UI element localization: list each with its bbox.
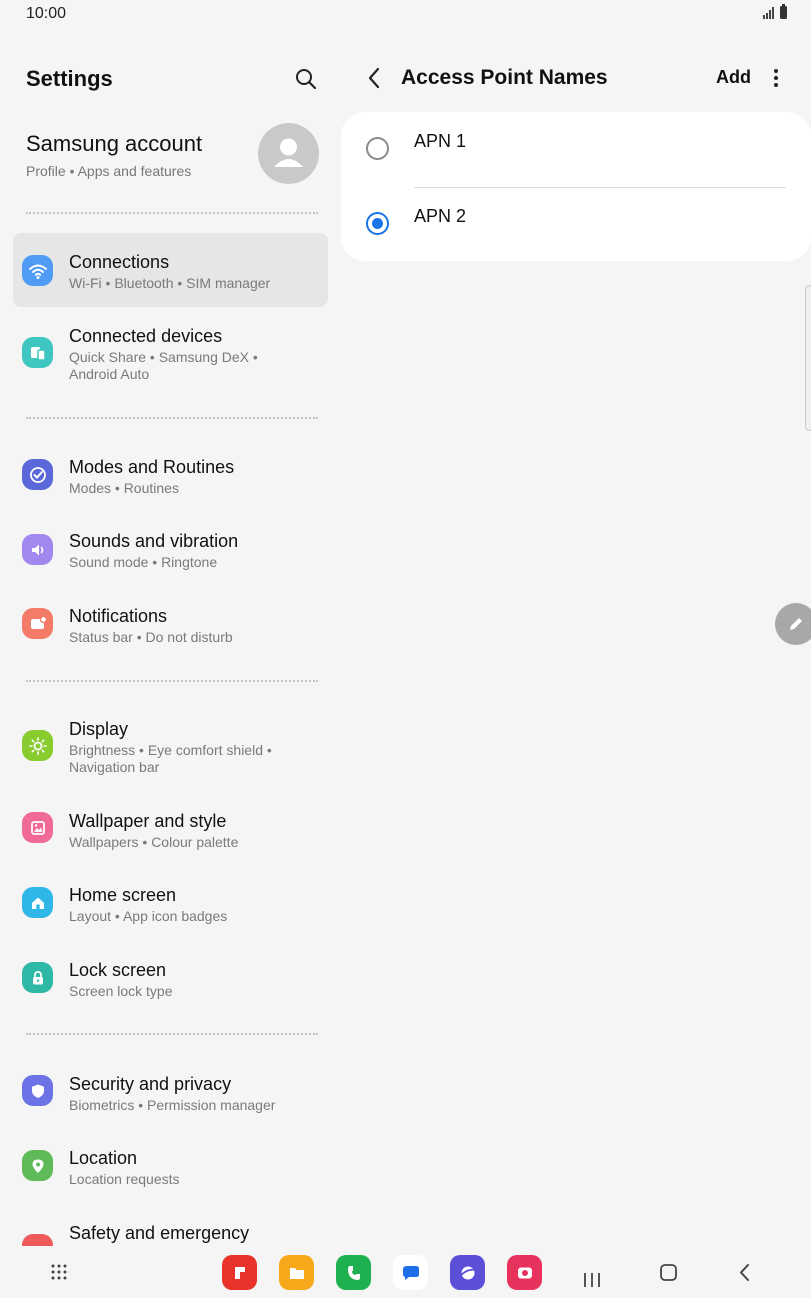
lock-icon: [22, 962, 53, 993]
location-icon: [22, 1150, 53, 1181]
apn-radio-button-selected[interactable]: [366, 212, 389, 235]
apn-radio-button[interactable]: [366, 137, 389, 160]
item-title: Connections: [69, 252, 170, 272]
internet-app-icon[interactable]: [450, 1255, 485, 1290]
settings-title: Settings: [26, 66, 113, 91]
item-subtitle: Wallpapers • Colour palette: [69, 834, 239, 850]
messages-app-icon[interactable]: [393, 1255, 428, 1290]
wallpaper-icon: [22, 812, 53, 843]
section-divider: [26, 417, 318, 419]
speaker-icon: [22, 534, 53, 565]
item-title: Display: [69, 719, 129, 739]
settings-item-modes-and-routines[interactable]: Modes and Routines Modes • Routines: [13, 446, 328, 506]
recents-icon[interactable]: [574, 1254, 610, 1290]
settings-item-connections[interactable]: Connections Wi-Fi • Bluetooth • SIM mana…: [13, 233, 328, 307]
apn-label: APN 1: [414, 131, 467, 151]
item-subtitle: Brightness • Eye comfort shield •: [69, 742, 272, 758]
item-title: Security and privacy: [69, 1074, 232, 1094]
my-files-app-icon[interactable]: [279, 1255, 314, 1290]
system-icons: [763, 4, 787, 19]
back-button-icon[interactable]: [727, 1254, 763, 1290]
section-divider: [26, 212, 318, 214]
signal-icon: [763, 7, 774, 19]
item-subtitle: Sound mode • Ringtone: [69, 554, 218, 570]
item-subtitle: Layout • App icon badges: [69, 908, 228, 924]
item-title: Sounds and vibration: [69, 531, 239, 551]
settings-item-location[interactable]: Location Location requests: [13, 1137, 328, 1197]
item-subtitle: Status bar • Do not disturb: [69, 629, 233, 645]
settings-item-connected-devices[interactable]: Connected devices Quick Share • Samsung …: [13, 316, 328, 388]
more-options-icon[interactable]: [766, 66, 786, 90]
item-subtitle: Wi-Fi • Bluetooth • SIM manager: [69, 275, 271, 291]
back-arrow-icon[interactable]: [362, 64, 388, 92]
item-title: Modes and Routines: [69, 457, 235, 477]
settings-item-wallpaper-and-style[interactable]: Wallpaper and style Wallpapers • Colour …: [13, 800, 328, 860]
shield-icon: [22, 1075, 53, 1106]
item-title: Safety and emergency: [69, 1223, 250, 1243]
apn-item[interactable]: APN 2: [341, 187, 811, 262]
settings-item-security-and-privacy[interactable]: Security and privacy Biometrics • Permis…: [13, 1063, 328, 1123]
settings-item-notifications[interactable]: Notifications Status bar • Do not distur…: [13, 595, 328, 655]
apps-grid-icon[interactable]: [41, 1254, 77, 1290]
section-divider: [26, 680, 318, 682]
settings-pane: Settings Samsung account Profile • Apps …: [0, 28, 340, 1246]
apn-title: Access Point Names: [401, 66, 608, 89]
apn-label: APN 2: [414, 206, 467, 226]
item-title: Connected devices: [69, 326, 223, 346]
item-subtitle: Biometrics • Permission manager: [69, 1097, 276, 1113]
item-title: Home screen: [69, 885, 177, 905]
settings-item-lock-screen[interactable]: Lock screen Screen lock type: [13, 949, 328, 1009]
flipboard-app-icon[interactable]: [222, 1255, 257, 1290]
item-title: Wallpaper and style: [69, 811, 227, 831]
item-subtitle: Modes • Routines: [69, 480, 179, 496]
notification-icon: [22, 608, 53, 639]
wifi-icon: [22, 255, 53, 286]
home-icon: [22, 887, 53, 918]
edge-panel-handle[interactable]: [805, 285, 811, 431]
sun-icon: [22, 730, 53, 761]
avatar[interactable]: [258, 123, 319, 184]
phone-app-icon[interactable]: [336, 1255, 371, 1290]
item-subtitle: Screen lock type: [69, 983, 173, 999]
item-subtitle-line2: Android Auto: [69, 366, 150, 382]
settings-item-display[interactable]: Display Brightness • Eye comfort shield …: [13, 710, 328, 780]
section-divider: [26, 1033, 318, 1035]
search-icon[interactable]: [292, 66, 320, 94]
item-title: Location: [69, 1148, 138, 1168]
status-bar: 10:00: [0, 0, 811, 28]
camera-app-icon[interactable]: [507, 1255, 542, 1290]
settings-item-safety-and-emergency[interactable]: Safety and emergency: [13, 1212, 328, 1246]
item-subtitle: Location requests: [69, 1171, 180, 1187]
home-button-icon[interactable]: [651, 1254, 687, 1290]
item-subtitle-line2: Navigation bar: [69, 759, 160, 775]
apn-list: APN 1 APN 2: [341, 112, 811, 261]
add-apn-button[interactable]: Add: [716, 67, 751, 88]
item-title: Notifications: [69, 606, 168, 626]
item-subtitle: Quick Share • Samsung DeX •: [69, 349, 258, 365]
battery-icon: [780, 4, 787, 19]
edit-pencil-icon[interactable]: [775, 603, 811, 645]
navigation-bar: [0, 1246, 811, 1298]
connected-devices-icon: [22, 337, 53, 368]
item-title: Lock screen: [69, 960, 167, 980]
modes-icon: [22, 459, 53, 490]
settings-item-home-screen[interactable]: Home screen Layout • App icon badges: [13, 874, 328, 934]
status-time: 10:00: [26, 5, 67, 22]
emergency-icon: [22, 1234, 53, 1246]
apn-item[interactable]: APN 1: [341, 112, 811, 187]
settings-item-sounds-and-vibration[interactable]: Sounds and vibration Sound mode • Ringto…: [13, 520, 328, 580]
